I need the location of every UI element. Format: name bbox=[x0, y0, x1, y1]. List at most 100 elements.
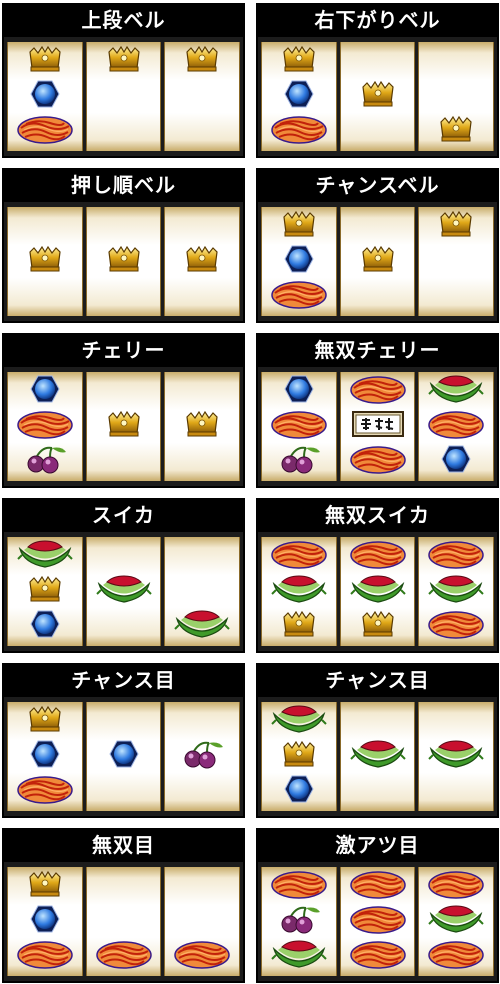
watermelon-icon bbox=[95, 574, 153, 604]
replay-icon bbox=[270, 374, 328, 404]
panel: チェリー bbox=[2, 333, 245, 488]
bell-icon bbox=[16, 244, 74, 274]
watermelon-icon bbox=[270, 574, 328, 604]
spaghetti-icon bbox=[349, 444, 407, 474]
reel-window bbox=[4, 862, 243, 981]
bell-icon bbox=[270, 209, 328, 239]
reel bbox=[339, 42, 416, 151]
panel-title: 右下がりベル bbox=[256, 3, 499, 37]
replay-icon bbox=[270, 244, 328, 274]
bell-icon bbox=[427, 114, 485, 144]
watermelon-icon bbox=[270, 939, 328, 969]
reel bbox=[85, 207, 162, 316]
spaghetti-icon bbox=[349, 939, 407, 969]
watermelon-icon bbox=[427, 374, 485, 404]
spaghetti-icon bbox=[173, 939, 231, 969]
reel bbox=[261, 207, 337, 316]
reel-window bbox=[4, 367, 243, 486]
bell-icon bbox=[270, 44, 328, 74]
replay-icon bbox=[16, 739, 74, 769]
bell-icon bbox=[16, 574, 74, 604]
reel bbox=[7, 42, 83, 151]
reel bbox=[85, 702, 162, 811]
spaghetti-icon bbox=[427, 869, 485, 899]
watermelon-icon bbox=[427, 904, 485, 934]
reel bbox=[164, 372, 241, 481]
replay-icon bbox=[95, 739, 153, 769]
panel: 上段ベル bbox=[2, 3, 245, 158]
spaghetti-icon bbox=[16, 409, 74, 439]
panel-title: 激アツ目 bbox=[256, 828, 499, 862]
bell-icon bbox=[270, 739, 328, 769]
reel bbox=[7, 372, 83, 481]
panel: 無双スイカ bbox=[256, 498, 499, 653]
bell-icon bbox=[349, 609, 407, 639]
bell-icon bbox=[173, 409, 231, 439]
reel bbox=[418, 537, 495, 646]
spaghetti-icon bbox=[427, 539, 485, 569]
spaghetti-icon bbox=[270, 114, 328, 144]
reel bbox=[261, 867, 337, 976]
reel bbox=[261, 42, 337, 151]
bell-icon bbox=[349, 79, 407, 109]
panel-title: 無双スイカ bbox=[256, 498, 499, 532]
panel: チャンス目 bbox=[256, 663, 499, 818]
reel bbox=[418, 372, 495, 481]
bell-icon bbox=[95, 44, 153, 74]
reel bbox=[164, 537, 241, 646]
cherry-icon bbox=[173, 739, 231, 769]
reel bbox=[418, 42, 495, 151]
reel-window bbox=[4, 532, 243, 651]
watermelon-icon bbox=[173, 609, 231, 639]
reel bbox=[339, 372, 416, 481]
reel-window bbox=[4, 697, 243, 816]
watermelon-icon bbox=[427, 574, 485, 604]
reel bbox=[164, 867, 241, 976]
reel bbox=[85, 867, 162, 976]
spaghetti-icon bbox=[16, 114, 74, 144]
spaghetti-icon bbox=[427, 939, 485, 969]
reel-window bbox=[258, 37, 497, 156]
panel: 押し順ベル bbox=[2, 168, 245, 323]
panel-title: スイカ bbox=[2, 498, 245, 532]
reel bbox=[261, 537, 337, 646]
bell-icon bbox=[95, 244, 153, 274]
musou-icon bbox=[349, 409, 407, 439]
spaghetti-icon bbox=[349, 869, 407, 899]
spaghetti-icon bbox=[349, 374, 407, 404]
spaghetti-icon bbox=[427, 609, 485, 639]
reel bbox=[339, 702, 416, 811]
panel: 右下がりベル bbox=[256, 3, 499, 158]
replay-icon bbox=[16, 374, 74, 404]
reel bbox=[418, 702, 495, 811]
spaghetti-icon bbox=[270, 869, 328, 899]
cherry-icon bbox=[16, 444, 74, 474]
reel bbox=[339, 867, 416, 976]
reel bbox=[164, 702, 241, 811]
panel: 無双チェリー bbox=[256, 333, 499, 488]
reel bbox=[7, 867, 83, 976]
bell-icon bbox=[173, 244, 231, 274]
replay-icon bbox=[270, 774, 328, 804]
reel bbox=[261, 702, 337, 811]
replay-icon bbox=[427, 444, 485, 474]
reel-window bbox=[258, 367, 497, 486]
bell-icon bbox=[270, 609, 328, 639]
panel: 激アツ目 bbox=[256, 828, 499, 983]
reel bbox=[85, 372, 162, 481]
spaghetti-icon bbox=[270, 409, 328, 439]
bell-icon bbox=[95, 409, 153, 439]
cherry-icon bbox=[270, 904, 328, 934]
reel bbox=[261, 372, 337, 481]
reel-window bbox=[258, 862, 497, 981]
spaghetti-icon bbox=[16, 774, 74, 804]
panel: スイカ bbox=[2, 498, 245, 653]
reel-window bbox=[258, 532, 497, 651]
reel bbox=[339, 207, 416, 316]
reel bbox=[339, 537, 416, 646]
spaghetti-icon bbox=[349, 904, 407, 934]
reel bbox=[7, 702, 83, 811]
reel bbox=[418, 867, 495, 976]
replay-icon bbox=[16, 904, 74, 934]
spaghetti-icon bbox=[349, 539, 407, 569]
